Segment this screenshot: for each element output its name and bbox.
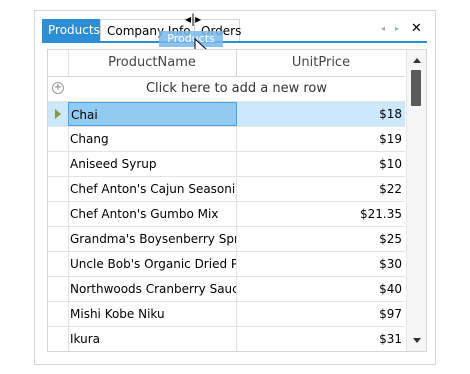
cell-unitprice[interactable]: $19 [237,127,405,151]
tabbed-window: Products Company Info Orders Products ◂|… [34,10,436,365]
row-indicator [48,202,69,226]
row-indicator [48,277,69,301]
table-row[interactable]: Chef Anton's Gumbo Mix $21.35 [48,202,405,227]
cell-productname[interactable]: Uncle Bob's Organic Dried P... [68,252,237,276]
cell-unitprice[interactable]: $25 [237,227,405,251]
tab-products[interactable]: Products [42,19,100,41]
scrollbar-thumb[interactable] [411,70,421,106]
cell-unitprice[interactable]: $40 [237,277,405,301]
cell-productname[interactable]: Mishi Kobe Niku [68,302,237,326]
add-new-row-text: Click here to add a new row [145,81,328,96]
current-row-arrow-icon [55,109,61,119]
products-grid: ProductName UnitPrice + Click here to ad… [47,49,427,352]
cell-productname[interactable]: Chef Anton's Gumbo Mix [68,202,237,226]
grid-header: ProductName UnitPrice [48,50,405,77]
row-indicator [48,102,69,126]
table-row[interactable]: Northwoods Cranberry Sauce $40 [48,277,405,302]
close-icon[interactable]: ✕ [411,22,422,35]
row-indicator [48,302,69,326]
cell-unitprice[interactable]: $21.35 [237,202,405,226]
chevron-left-icon[interactable]: ◂ [381,24,385,33]
cell-productname[interactable]: Chef Anton's Cajun Seasoning [68,177,237,201]
table-row[interactable]: Chang $19 [48,127,405,152]
row-indicator [48,252,69,276]
cell-unitprice[interactable]: $22 [237,177,405,201]
table-row[interactable]: Aniseed Syrup $10 [48,152,405,177]
cell-productname[interactable]: Ikura [68,327,237,351]
cell-productname[interactable]: Chang [68,127,237,151]
cell-productname[interactable]: Grandma's Boysenberry Spr... [68,227,237,251]
dock-split-icon: ◂|▸ [185,12,202,26]
cell-unitprice[interactable]: $10 [237,152,405,176]
row-indicator [48,152,69,176]
scroll-down-icon[interactable] [413,338,421,343]
row-indicator [48,177,69,201]
add-new-row[interactable]: + Click here to add a new row [48,77,405,102]
row-indicator [48,327,69,351]
table-row[interactable]: Mishi Kobe Niku $97 [48,302,405,327]
tab-drag-preview: Products [159,31,223,47]
table-row[interactable]: Chai $18 [48,102,405,127]
cell-productname[interactable]: Northwoods Cranberry Sauce [68,277,237,301]
table-row[interactable]: Grandma's Boysenberry Spr... $25 [48,227,405,252]
cell-unitprice[interactable]: $31 [237,327,405,351]
cell-productname[interactable]: Chai [68,102,237,126]
tab-strip-underline [42,41,427,43]
scroll-up-icon[interactable] [413,58,421,63]
grid-rows: Chai $18 Chang $19 Aniseed Syrup $10 Che… [48,102,405,351]
table-row[interactable]: Ikura $31 [48,327,405,351]
add-circle-icon: + [52,82,64,94]
row-indicator [48,127,69,151]
cell-unitprice[interactable]: $97 [237,302,405,326]
column-header-productname[interactable]: ProductName [68,50,237,76]
cell-unitprice[interactable]: $18 [237,102,405,126]
chevron-right-icon[interactable]: ▸ [395,24,399,33]
header-indent-cell [48,50,69,76]
cell-productname[interactable]: Aniseed Syrup [68,152,237,176]
table-row[interactable]: Chef Anton's Cajun Seasoning $22 [48,177,405,202]
cell-unitprice[interactable]: $30 [237,252,405,276]
vertical-scrollbar[interactable] [406,50,426,351]
column-header-unitprice[interactable]: UnitPrice [237,50,405,76]
table-row[interactable]: Uncle Bob's Organic Dried P... $30 [48,252,405,277]
row-indicator [48,227,69,251]
